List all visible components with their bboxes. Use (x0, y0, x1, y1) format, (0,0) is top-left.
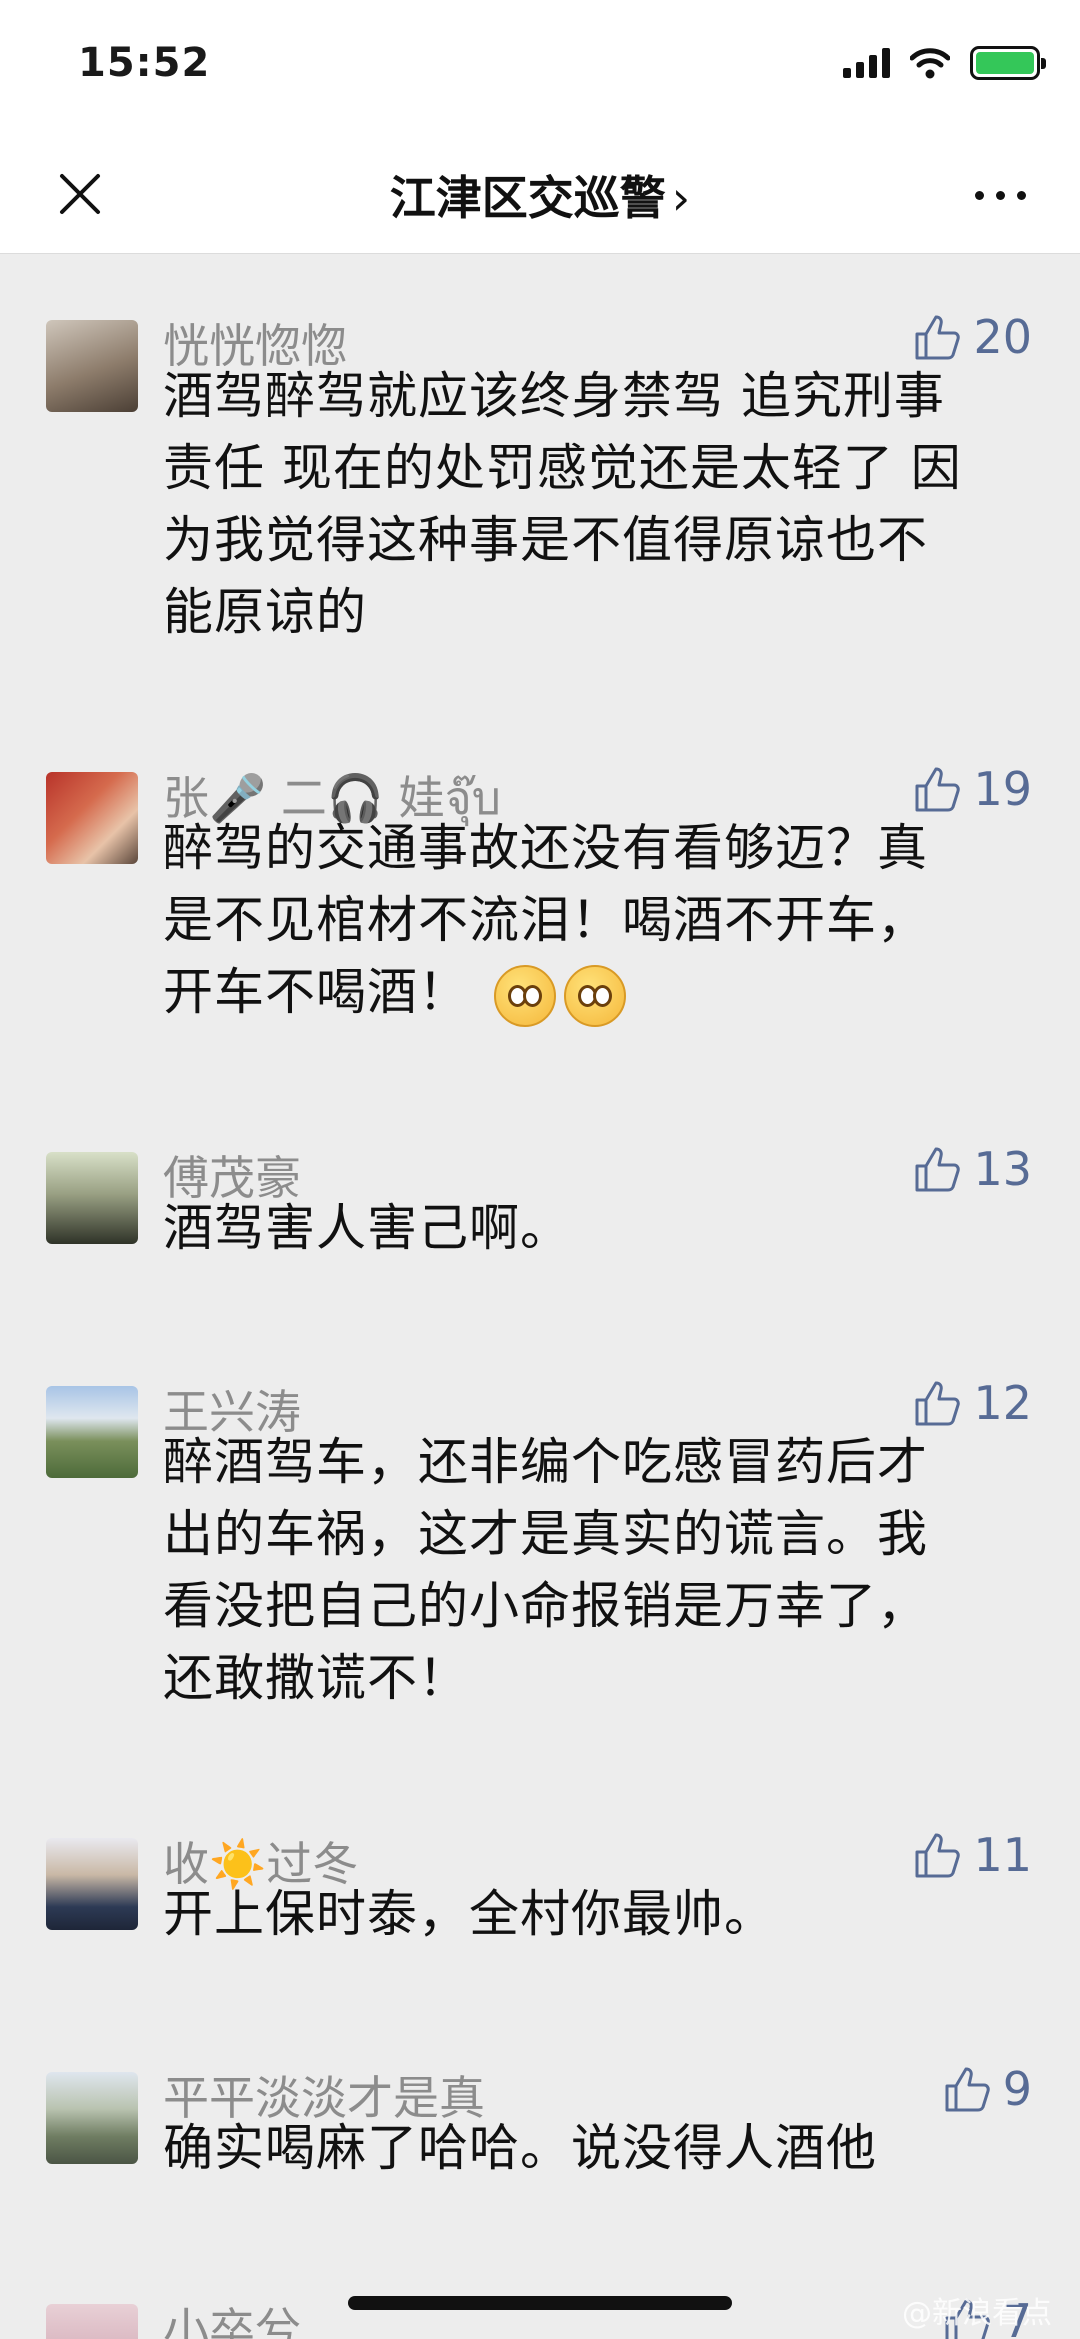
thumbs-up-icon (915, 1381, 961, 1426)
comment-line: 看没把自己的小命报销是万幸了， (163, 1577, 928, 1635)
like-count: 9 (1002, 2062, 1032, 2116)
like-button[interactable]: 20 (913, 310, 1032, 364)
comment-line: 是不见棺材不流泪！喝酒不开车， (163, 891, 928, 949)
like-count: 12 (973, 1376, 1032, 1430)
like-button[interactable]: 11 (913, 1828, 1032, 1882)
home-indicator[interactable] (348, 2296, 732, 2310)
avatar[interactable] (46, 2304, 138, 2339)
avatar[interactable] (46, 772, 138, 864)
comment-line: 开车不喝酒！ (163, 963, 469, 1021)
like-button[interactable]: 9 (943, 2062, 1032, 2116)
like-button[interactable]: 19 (913, 762, 1032, 816)
like-count: 20 (973, 310, 1032, 364)
more-dot (1016, 190, 1026, 200)
wifi-icon (910, 48, 950, 79)
avatar[interactable] (46, 320, 138, 412)
comment-text: 醉驾的交通事故还没有看够迈？真 是不见棺材不流泪！喝酒不开车， 开车不喝酒！ (163, 812, 1043, 1028)
comment-line: 还敢撒谎不！ (163, 1649, 469, 1707)
more-dot (995, 190, 1005, 200)
thumbs-up-icon (915, 1833, 961, 1878)
comment-line: 开上保时泰，全村你最帅。 (163, 1885, 775, 1943)
comment-line: 出的车祸，这才是真实的谎言。我 (163, 1505, 928, 1563)
avatar[interactable] (46, 1838, 138, 1930)
thumbs-up-icon (945, 2067, 990, 2112)
more-dot (974, 190, 984, 200)
avatar[interactable] (46, 1152, 138, 1244)
chevron-right-icon: › (671, 171, 691, 225)
status-time: 15:52 (78, 40, 211, 86)
battery-icon (970, 46, 1046, 80)
comment-line: 醉酒驾车，还非编个吃感冒药后才 (163, 1433, 928, 1491)
page-title[interactable]: 江津区交巡警 › (0, 162, 1080, 228)
status-icons (843, 46, 1046, 80)
commenter-name[interactable]: 小卒兮 (163, 2294, 301, 2339)
like-count: 11 (973, 1828, 1032, 1882)
comment-text: 酒驾害人害己啊。 (163, 1192, 1043, 1264)
comment-line: 确实喝麻了哈哈。说没得人酒他 (163, 2119, 877, 2177)
comment-line: 酒驾害人害己啊。 (163, 1199, 571, 1257)
like-button[interactable]: 12 (913, 1376, 1032, 1430)
watermark: @新浪看点 (902, 2296, 1052, 2331)
like-count: 13 (973, 1142, 1032, 1196)
like-button[interactable]: 13 (913, 1142, 1032, 1196)
comment-text: 酒驾醉驾就应该终身禁驾 追究刑事 责任 现在的处罚感觉还是太轻了 因 为我觉得这… (163, 360, 1043, 648)
comment-text: 确实喝麻了哈哈。说没得人酒他 (163, 2112, 1043, 2184)
thumbs-up-icon (915, 315, 961, 360)
pleading-face-emoji-icon (493, 964, 556, 1027)
comment-text: 开上保时泰，全村你最帅。 (163, 1878, 1043, 1950)
comment-text: 醉酒驾车，还非编个吃感冒药后才 出的车祸，这才是真实的谎言。我 看没把自己的小命… (163, 1426, 1043, 1714)
pleading-face-emoji-icon (563, 964, 626, 1027)
comment-line: 为我觉得这种事是不值得原谅也不 (163, 511, 928, 569)
status-bar: 15:52 (0, 0, 1080, 140)
cellular-signal-icon (843, 48, 890, 78)
comment-line: 酒驾醉驾就应该终身禁驾 追究刑事 (163, 367, 945, 425)
more-options-button[interactable] (960, 170, 1040, 220)
comment-line-with-emoji: 开车不喝酒！ (163, 956, 1043, 1028)
comment-line: 能原谅的 (163, 583, 367, 641)
avatar[interactable] (46, 2072, 138, 2164)
thumbs-up-icon (915, 767, 961, 812)
navigation-bar: 江津区交巡警 › (0, 140, 1080, 254)
comment-line: 醉驾的交通事故还没有看够迈？真 (163, 819, 928, 877)
like-count: 19 (973, 762, 1032, 816)
avatar[interactable] (46, 1386, 138, 1478)
thumbs-up-icon (915, 1147, 961, 1192)
page-title-text: 江津区交巡警 (389, 171, 666, 225)
comment-line: 责任 现在的处罚感觉还是太轻了 因 (163, 439, 962, 497)
